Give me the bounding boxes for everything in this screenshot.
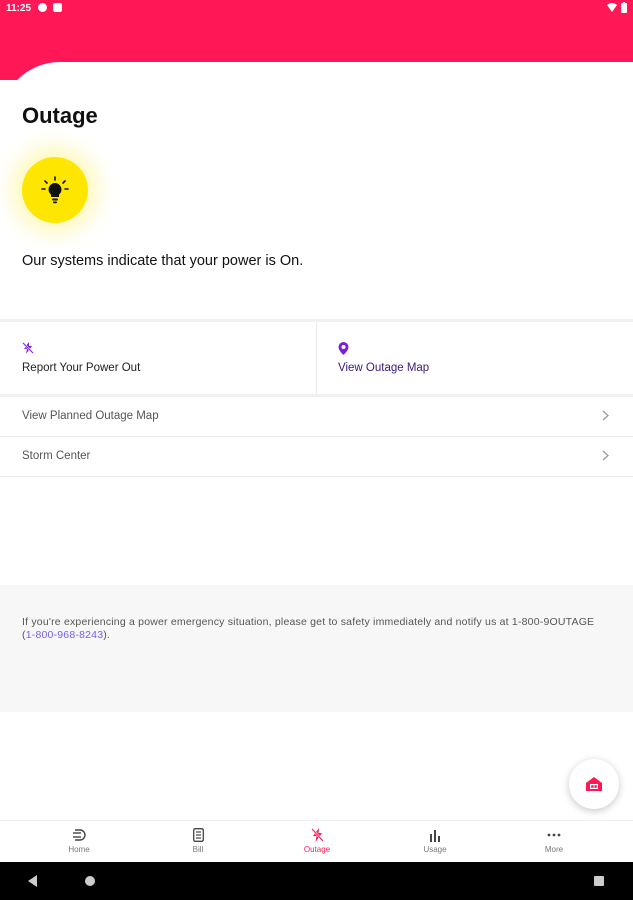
nav-outage[interactable]: Outage — [277, 827, 357, 854]
home-alert-button[interactable] — [569, 759, 619, 809]
status-bar: 11:25 — [0, 0, 633, 18]
outage-actions: Report Your Power Out View Outage Map — [0, 322, 633, 395]
report-power-out-label: Report Your Power Out — [22, 362, 141, 374]
power-status-indicator — [22, 157, 88, 223]
usage-icon — [430, 829, 440, 842]
system-home-icon[interactable] — [85, 876, 95, 886]
nav-home-label: Home — [68, 845, 90, 854]
bottom-navigation: Home Bill Outage Usage More — [0, 820, 633, 862]
nav-usage-label: Usage — [423, 845, 447, 854]
nav-usage[interactable]: Usage — [395, 827, 475, 854]
lightbulb-icon — [41, 176, 69, 204]
emergency-notice: If you're experiencing a power emergency… — [0, 585, 633, 712]
home-icon — [73, 829, 86, 841]
status-time: 11:25 — [6, 3, 32, 14]
bill-icon — [192, 828, 204, 842]
battery-icon — [621, 2, 627, 13]
nav-more-label: More — [544, 845, 564, 854]
sim-icon — [53, 3, 62, 12]
view-outage-map-label: View Outage Map — [338, 362, 430, 374]
nav-bill[interactable]: Bill — [158, 827, 238, 854]
list-item-planned-outage-map[interactable]: View Planned Outage Map — [0, 397, 633, 437]
emergency-notice-text: If you're experiencing a power emergency… — [22, 616, 595, 641]
back-icon[interactable] — [28, 875, 37, 887]
outage-card — [0, 62, 633, 322]
report-power-out-button[interactable]: Report Your Power Out — [0, 322, 316, 395]
emergency-phone-link[interactable]: 1-800-968-8243 — [26, 629, 104, 641]
recent-apps-icon[interactable] — [594, 876, 604, 886]
list-item-label: Storm Center — [22, 450, 91, 462]
list-item-label: View Planned Outage Map — [22, 410, 159, 422]
nav-home[interactable]: Home — [39, 827, 119, 854]
chevron-right-icon — [602, 450, 609, 461]
page-title: Outage — [22, 103, 98, 128]
nav-more[interactable]: More — [514, 827, 594, 854]
power-status-message: Our systems indicate that your power is … — [22, 253, 304, 269]
chevron-right-icon — [602, 410, 609, 421]
more-icon — [547, 833, 561, 837]
notification-icon — [38, 3, 47, 12]
nav-bill-label: Bill — [192, 845, 204, 854]
system-navigation-bar — [0, 862, 633, 900]
map-pin-icon — [338, 342, 349, 355]
list-item-storm-center[interactable]: Storm Center — [0, 437, 633, 477]
outage-icon — [310, 828, 324, 842]
home-alert-icon — [586, 777, 602, 791]
nav-outage-label: Outage — [303, 845, 331, 854]
power-off-icon — [22, 342, 34, 354]
wifi-icon — [607, 3, 617, 12]
view-outage-map-button[interactable]: View Outage Map — [316, 322, 633, 395]
